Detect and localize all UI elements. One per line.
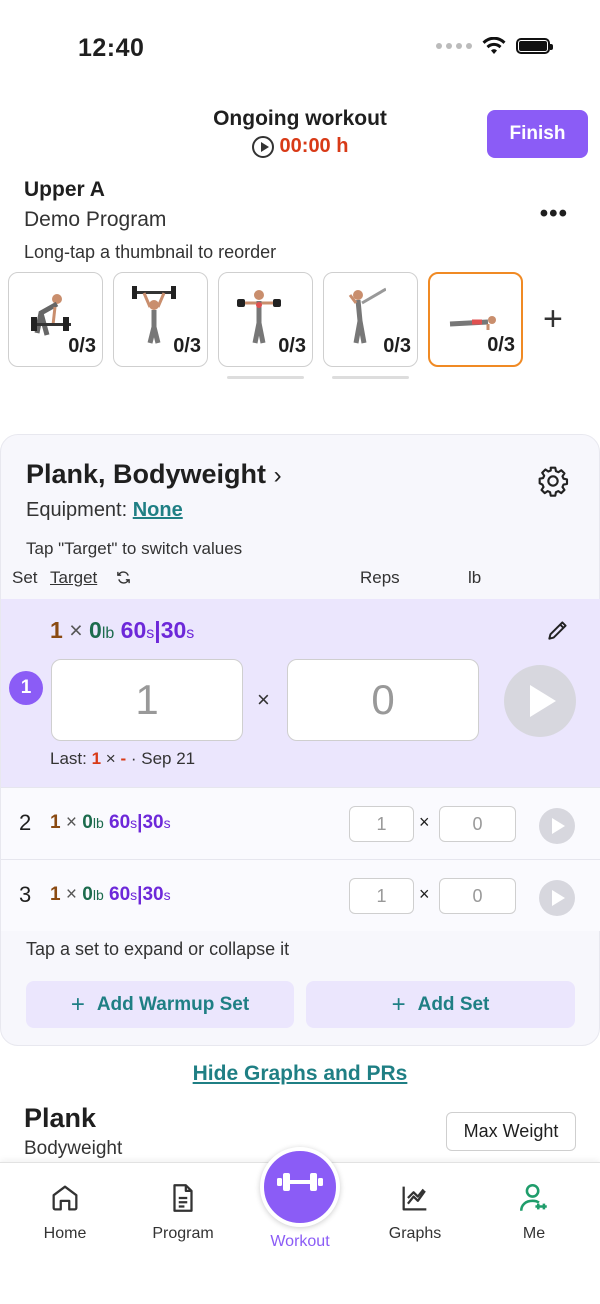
tab-label: Home [43,1225,87,1242]
overhead-press-figure-icon [132,286,176,344]
active-set-row[interactable]: 1 × 0lb 60s|30s 1 1 × 0 Last: 1 × - · Se… [1,599,600,787]
set-progress: 0/3 [383,335,411,357]
set-row[interactable]: 2 1 × 0lb 60s|30s 1 × 0 [1,787,600,859]
plus-icon: + [70,990,85,1018]
exercise-thumbnail[interactable]: 0/3 [323,272,418,379]
reps-column-label: Reps [360,568,400,587]
tab-label: Program [152,1225,214,1242]
chart-icon [402,1186,427,1211]
exercise-thumbnail-selected[interactable]: 0/3 [428,272,523,367]
multiply-sign: × [257,687,270,712]
tab-label: Me [522,1225,546,1242]
more-options-icon[interactable]: ••• [540,200,568,228]
hide-graphs-link[interactable]: Hide Graphs and PRs [0,1062,600,1086]
complete-set-play-button[interactable] [504,665,576,737]
tab-me[interactable]: Me [484,1181,584,1243]
weight-column-label: lb [468,568,482,587]
set-expand-hint: Tap a set to expand or collapse it [26,939,290,959]
set-progress: 0/3 [487,334,515,356]
bent-over-row-figure-icon [31,294,71,336]
program-name: Demo Program [24,208,167,231]
battery-icon [516,38,553,54]
graph-exercise-title: Plank [24,1103,97,1133]
reps-input[interactable]: 1 [349,806,414,842]
set-row[interactable]: 3 1 × 0lb 60s|30s 1 × 0 [1,859,600,931]
exercise-thumbnail[interactable]: 0/3 [113,272,208,367]
set-progress: 0/3 [278,335,306,357]
reps-input[interactable]: 1 [51,659,243,741]
refresh-icon[interactable] [116,570,131,585]
set-progress: 0/3 [68,335,96,357]
exercise-thumbnail[interactable]: 0/3 [8,272,103,367]
reps-input[interactable]: 1 [349,878,414,914]
weight-input[interactable]: 0 [439,806,516,842]
add-set-button[interactable]: + Add Set [306,981,575,1028]
set-number: 2 [19,810,32,835]
set-progress: 0/3 [173,335,201,357]
last-performance: Last: 1 × - · Sep 21 [50,749,196,768]
home-icon [52,1185,78,1211]
bottom-tab-bar: Home Program Workout Graphs Me [0,1147,600,1304]
workout-timer[interactable]: 00:00 h [251,135,349,158]
cable-pull-figure-icon [348,287,386,344]
equipment-line: Equipment: None [26,499,183,521]
document-icon [173,1184,193,1212]
exercise-thumbnails: 0/3 0/3 0/3 0/3 0/3 + [8,272,563,379]
profile-icon [519,1183,547,1211]
tab-graphs[interactable]: Graphs [365,1181,465,1243]
wifi-icon [482,37,506,54]
set-number: 3 [19,882,32,907]
weight-input[interactable]: 0 [439,878,516,914]
status-bar: 12:40 [0,0,600,90]
set-target-summary: 1 × 0lb 60s|30s [50,617,195,643]
timer-value: 00:00 h [279,135,349,157]
signal-icon [436,43,472,49]
program-info: Upper A Demo Program Long-tap a thumbnai… [24,178,276,263]
dumbbell-icon [260,1147,340,1227]
multiply-sign: × [419,812,430,832]
set-target-summary: 1 × 0lb 60s|30s [50,884,171,905]
thumbnail-progress-bar [227,376,304,379]
target-hint: Tap "Target" to switch values [26,539,243,558]
set-number-badge: 1 [9,671,43,705]
tab-home[interactable]: Home [15,1181,115,1243]
chevron-right-icon: › [273,462,282,489]
exercise-card: Plank, Bodyweight › Equipment: None Tap … [0,434,600,1046]
reorder-hint: Long-tap a thumbnail to reorder [24,242,277,262]
weight-input[interactable]: 0 [287,659,479,741]
finish-button[interactable]: Finish [487,110,588,158]
complete-set-play-button[interactable] [539,808,575,844]
complete-set-play-button[interactable] [539,880,575,916]
thumbnail-progress-bar [332,376,409,379]
routine-name: Upper A [24,178,105,201]
status-icons [436,37,553,55]
tab-workout[interactable]: Workout [250,1147,350,1251]
plus-icon: + [391,990,406,1018]
timer-play-icon [251,135,274,158]
tab-label: Workout [270,1233,330,1250]
lateral-raise-figure-icon [237,290,281,344]
set-target-summary: 1 × 0lb 60s|30s [50,812,171,833]
add-exercise-button[interactable]: + [543,300,563,339]
tab-program[interactable]: Program [133,1181,233,1243]
multiply-sign: × [419,884,430,904]
tab-label: Graphs [388,1225,442,1242]
gear-icon[interactable] [537,465,569,497]
graph-exercise-subtitle: Bodyweight [24,1138,123,1159]
target-column-toggle[interactable]: Target [50,568,97,588]
set-column-label: Set [12,568,38,587]
graph-metric-selector[interactable]: Max Weight [446,1112,576,1151]
add-warmup-set-button[interactable]: + Add Warmup Set [26,981,294,1028]
edit-pencil-icon[interactable] [545,617,571,643]
exercise-title[interactable]: Plank, Bodyweight › [26,459,282,490]
exercise-thumbnail[interactable]: 0/3 [218,272,313,379]
status-time: 12:40 [78,34,145,62]
equipment-value-link[interactable]: None [133,499,183,521]
